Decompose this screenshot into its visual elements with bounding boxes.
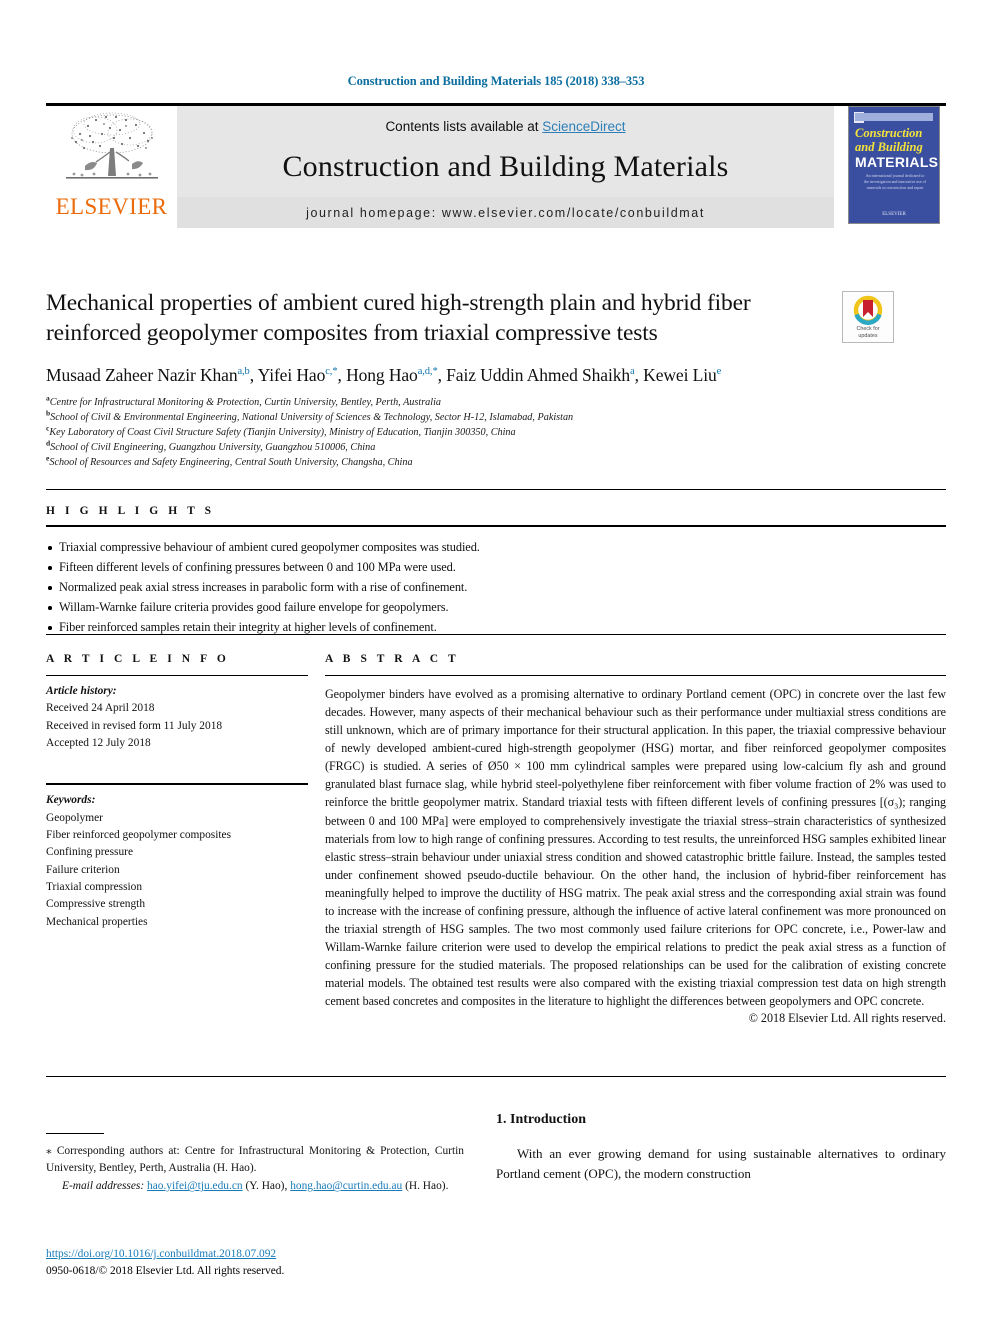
page-title: Mechanical properties of ambient cured h… [46, 290, 751, 347]
keyword-item: Failure criterion [46, 863, 120, 876]
doi-link[interactable]: https://doi.org/10.1016/j.conbuildmat.20… [46, 1248, 276, 1260]
email-link-hong-hao[interactable]: hong.hao@curtin.edu.au [290, 1180, 402, 1192]
sciencedirect-link[interactable]: ScienceDirect [542, 119, 625, 134]
email-owner-1: (Y. Hao), [245, 1180, 288, 1193]
introduction-paragraph: With an ever growing demand for using su… [496, 1146, 946, 1181]
highlights-top-rule [46, 489, 946, 490]
affiliation-mark: d [46, 438, 51, 448]
affiliation-item: aCentre for Infrastructural Monitoring &… [46, 393, 442, 409]
author-name: Kewei Liu [643, 365, 717, 386]
cover-publisher: ELSEVIER [882, 212, 906, 217]
cover-title-line2: and Building [855, 140, 923, 154]
journal-cover-thumbnail: Construction and Building MATERIALS An i… [848, 106, 940, 224]
author-affiliation-mark: e [716, 366, 722, 378]
highlights-heading: H I G H L I G H T S [46, 505, 215, 517]
cover-blurb: An international journal dedicated to th… [864, 173, 926, 190]
history-item: Accepted 12 July 2018 [46, 736, 151, 749]
keyword-item: Triaxial compression [46, 880, 143, 893]
issn-copyright-line: 0950-0618/© 2018 Elsevier Ltd. All right… [46, 1265, 285, 1278]
abstract-body: Geopolymer binders have evolved as a pro… [325, 687, 946, 1009]
cover-title-line3: MATERIALS [855, 154, 939, 170]
contents-prefix: Contents lists available at [385, 119, 543, 134]
crossmark-line2: updates [858, 332, 878, 339]
footnote-rule [46, 1133, 104, 1134]
elsevier-logo-block: ELSEVIER [46, 106, 177, 228]
corresponding-author-note: ⁎ Corresponding authors at: Centre for I… [46, 1145, 464, 1174]
crossmark-badge[interactable]: Check for updates [842, 291, 894, 343]
title-block: Mechanical properties of ambient cured h… [46, 288, 946, 471]
affiliation-item: cKey Laboratory of Coast Civil Structure… [46, 423, 516, 439]
author-name: Faiz Uddin Ahmed Shaikh [446, 365, 631, 386]
keyword-item: Mechanical properties [46, 915, 148, 928]
abstract-bottom-rule [46, 1076, 946, 1077]
abstract-section: A B S T R A C T Geopolymer binders have … [325, 653, 946, 1026]
article-first-page: Construction and Building Materials 185 … [0, 0, 992, 1323]
highlight-item: Willam-Warnke failure criteria provides … [46, 597, 946, 617]
history-item: Received in revised form 11 July 2018 [46, 719, 223, 732]
author-affiliation-mark: a,d,* [417, 366, 438, 378]
highlights-list: Triaxial compressive behaviour of ambien… [46, 527, 946, 637]
cover-title-line1: Construction [855, 126, 923, 140]
footnote-block: ⁎ Corresponding authors at: Centre for I… [46, 1133, 464, 1195]
abstract-rule [325, 675, 946, 676]
keyword-item: Confining pressure [46, 846, 133, 859]
keywords-list: Geopolymer Fiber reinforced geopolymer co… [46, 810, 308, 931]
affiliation-mark: c [46, 423, 50, 433]
crossmark-line1: Check for [856, 326, 880, 332]
journal-cover-block: Construction and Building MATERIALS An i… [842, 106, 946, 228]
journal-masthead: ELSEVIER Contents lists available at Sci… [46, 103, 946, 228]
email-owner-2: (H. Hao). [405, 1180, 449, 1193]
author-name: Yifei Hao [257, 365, 326, 386]
journal-homepage-bar[interactable]: journal homepage: www.elsevier.com/locat… [177, 197, 834, 228]
article-history-block: Article history: Received 24 April 2018 R… [46, 683, 308, 752]
keyword-item: Fiber reinforced geopolymer composites [46, 828, 232, 841]
abstract-copyright: © 2018 Elsevier Ltd. All rights reserved… [748, 1011, 946, 1026]
article-info-section: A R T I C L E I N F O Article history: R… [46, 653, 308, 931]
crossmark-icon [853, 295, 883, 325]
doi-block: https://doi.org/10.1016/j.conbuildmat.20… [46, 1246, 464, 1280]
introduction-heading: 1. Introduction [496, 1112, 586, 1127]
affiliation-item: bSchool of Civil & Environmental Enginee… [46, 408, 574, 424]
affiliation-mark: b [46, 408, 51, 418]
author-name: Hong Hao [346, 365, 418, 386]
article-history-list: Received 24 April 2018 Received in revise… [46, 700, 308, 752]
journal-title: Construction and Building Materials [282, 150, 729, 183]
article-history-label: Article history: [46, 685, 117, 697]
author-list: Musaad Zaheer Nazir Khana,b, Yifei Haoc,… [46, 365, 722, 386]
affiliation-list: aCentre for Infrastructural Monitoring &… [46, 393, 946, 471]
elsevier-tree-icon [65, 112, 158, 179]
crossmark-label: Check for updates [843, 326, 893, 340]
contents-lists-line: Contents lists available at ScienceDirec… [385, 119, 625, 134]
author-affiliation-mark: a,b [237, 366, 250, 378]
affiliation-item: dSchool of Civil Engineering, Guangzhou … [46, 438, 376, 454]
running-head: Construction and Building Materials 185 … [347, 74, 645, 88]
author-affiliation-mark: c,* [325, 366, 338, 378]
introduction-section: 1. Introduction With an ever growing dem… [496, 1112, 946, 1183]
elsevier-wordmark: ELSEVIER [55, 194, 168, 219]
cover-top-bar [855, 113, 933, 121]
highlights-section: H I G H L I G H T S Triaxial compressive… [46, 505, 946, 637]
abstract-heading: A B S T R A C T [325, 653, 460, 665]
keywords-label: Keywords: [46, 794, 96, 807]
highlights-bottom-rule [46, 634, 946, 635]
email-note: E-mail addresses: hao.yifei@tju.edu.cn (… [46, 1178, 464, 1195]
keywords-rule [46, 783, 308, 786]
history-item: Received 24 April 2018 [46, 702, 155, 715]
affiliation-item: eSchool of Resources and Safety Engineer… [46, 453, 413, 469]
article-info-rule [46, 675, 308, 676]
affiliation-mark: a [46, 393, 50, 403]
author-affiliation-mark: a [630, 366, 635, 378]
article-info-heading: A R T I C L E I N F O [46, 653, 230, 665]
highlight-item: Fifteen different levels of confining pr… [46, 557, 946, 577]
highlight-item: Triaxial compressive behaviour of ambien… [46, 537, 946, 557]
email-label: E-mail addresses: [62, 1180, 145, 1193]
keyword-item: Compressive strength [46, 898, 146, 911]
affiliation-mark: e [46, 453, 50, 463]
author-name: Musaad Zaheer Nazir Khan [46, 365, 238, 386]
email-link-yifei-hao[interactable]: hao.yifei@tju.edu.cn [147, 1180, 243, 1192]
keywords-block: Keywords: Geopolymer Fiber reinforced geo… [46, 792, 308, 931]
journal-header-block: Contents lists available at ScienceDirec… [177, 106, 834, 228]
highlight-item: Normalized peak axial stress increases i… [46, 577, 946, 597]
keyword-item: Geopolymer [46, 811, 103, 824]
